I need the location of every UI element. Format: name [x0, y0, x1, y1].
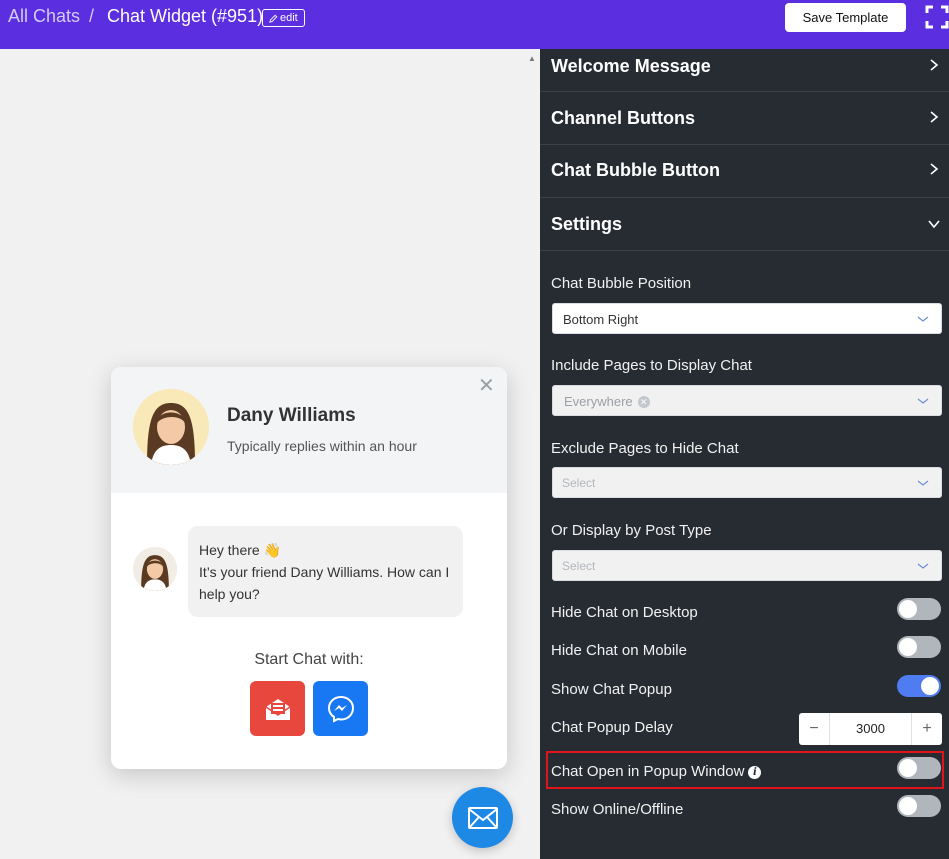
section-title: Channel Buttons [551, 108, 695, 128]
online-offline-toggle[interactable] [897, 795, 941, 817]
chevron-down-icon [928, 220, 940, 229]
chevron-right-icon [930, 59, 939, 71]
include-pages-tag: Everywhere ✕ [564, 394, 650, 409]
chevron-down-icon [917, 563, 929, 569]
section-title: Chat Bubble Button [551, 160, 720, 180]
include-pages-tag-label: Everywhere [564, 394, 633, 409]
edit-title-button[interactable]: edit [262, 9, 305, 27]
section-chat-bubble-button[interactable]: Chat Bubble Button [540, 145, 949, 198]
popup-delay-input[interactable]: 3000 [829, 713, 912, 745]
toggle-knob [921, 677, 939, 695]
toggle-knob [899, 759, 917, 777]
hide-desktop-toggle[interactable] [897, 598, 941, 620]
increment-button[interactable]: + [912, 713, 942, 745]
hide-mobile-toggle[interactable] [897, 636, 941, 658]
hide-mobile-label: Hide Chat on Mobile [551, 642, 687, 659]
save-template-button[interactable]: Save Template [785, 3, 906, 32]
welcome-line-1: Hey there 👋 [199, 542, 282, 558]
chat-widget-popup: Dany Williams Typically replies within a… [111, 367, 507, 769]
show-popup-label: Show Chat Popup [551, 681, 672, 698]
include-pages-select[interactable]: Everywhere ✕ [552, 385, 942, 416]
messenger-channel-button[interactable] [313, 681, 368, 736]
breadcrumb-all-chats[interactable]: All Chats [8, 6, 80, 27]
exclude-pages-label: Exclude Pages to Hide Chat [551, 440, 739, 457]
post-type-select[interactable]: Select [552, 550, 942, 581]
envelope-icon [467, 806, 498, 829]
exclude-pages-placeholder: Select [562, 476, 596, 490]
hide-desktop-label: Hide Chat on Desktop [551, 604, 698, 621]
post-type-placeholder: Select [562, 559, 596, 573]
email-channel-button[interactable] [250, 681, 305, 736]
messenger-icon [327, 695, 354, 723]
start-chat-label: Start Chat with: [254, 651, 364, 668]
agent-avatar-small [133, 547, 177, 591]
top-bar: All Chats / Chat Widget (#951) edit Save… [0, 0, 949, 49]
post-type-label: Or Display by Post Type [551, 522, 712, 539]
chevron-down-icon [917, 316, 929, 322]
chevron-down-icon [917, 480, 929, 486]
pencil-icon [269, 14, 278, 23]
agent-avatar [133, 389, 209, 465]
section-welcome-message[interactable]: Welcome Message [540, 49, 949, 92]
popup-delay-label: Chat Popup Delay [551, 719, 673, 736]
welcome-line-2: It’s your friend Dany Williams. How can … [199, 564, 450, 602]
section-settings[interactable]: Settings [540, 198, 949, 251]
include-pages-label: Include Pages to Display Chat [551, 357, 752, 374]
exclude-pages-select[interactable]: Select [552, 467, 942, 498]
popup-delay-stepper: − 3000 + [799, 713, 942, 745]
edit-label: edit [280, 12, 298, 24]
welcome-message-bubble: Hey there 👋 It’s your friend Dany Willia… [188, 526, 463, 617]
toggle-knob [899, 797, 917, 815]
bubble-position-select[interactable]: Bottom Right [552, 303, 942, 334]
chevron-down-icon [917, 398, 929, 404]
agent-name: Dany Williams [227, 405, 356, 426]
popup-window-label-text: Chat Open in Popup Window [551, 763, 745, 780]
online-offline-label: Show Online/Offline [551, 801, 684, 818]
settings-panel: Welcome Message Channel Buttons Chat Bub… [540, 49, 949, 859]
bubble-position-value: Bottom Right [563, 312, 639, 327]
agent-reply-status: Typically replies within an hour [227, 438, 417, 454]
toggle-knob [899, 638, 917, 656]
popup-window-toggle[interactable] [897, 757, 941, 779]
email-icon [265, 698, 290, 720]
chat-bubble-button[interactable] [452, 787, 513, 848]
close-icon[interactable]: ✕ [478, 373, 495, 398]
chevron-right-icon [930, 111, 939, 123]
remove-tag-icon[interactable]: ✕ [637, 395, 650, 408]
popup-window-label: Chat Open in Popup Window i [551, 763, 762, 780]
breadcrumb-current: Chat Widget (#951) [107, 6, 264, 26]
info-icon[interactable]: i [748, 766, 762, 779]
section-title: Settings [551, 214, 623, 234]
breadcrumb-separator: / [89, 6, 95, 26]
toggle-knob [899, 600, 917, 618]
section-title: Welcome Message [551, 56, 711, 76]
fullscreen-icon[interactable] [925, 5, 949, 29]
section-channel-buttons[interactable]: Channel Buttons [540, 92, 949, 145]
show-popup-toggle[interactable] [897, 675, 941, 697]
decrement-button[interactable]: − [799, 713, 829, 745]
scroll-up-arrow-icon[interactable]: ▲ [528, 54, 536, 63]
chevron-right-icon [930, 163, 939, 175]
bubble-position-label: Chat Bubble Position [551, 275, 692, 292]
widget-header: Dany Williams Typically replies within a… [111, 367, 507, 493]
